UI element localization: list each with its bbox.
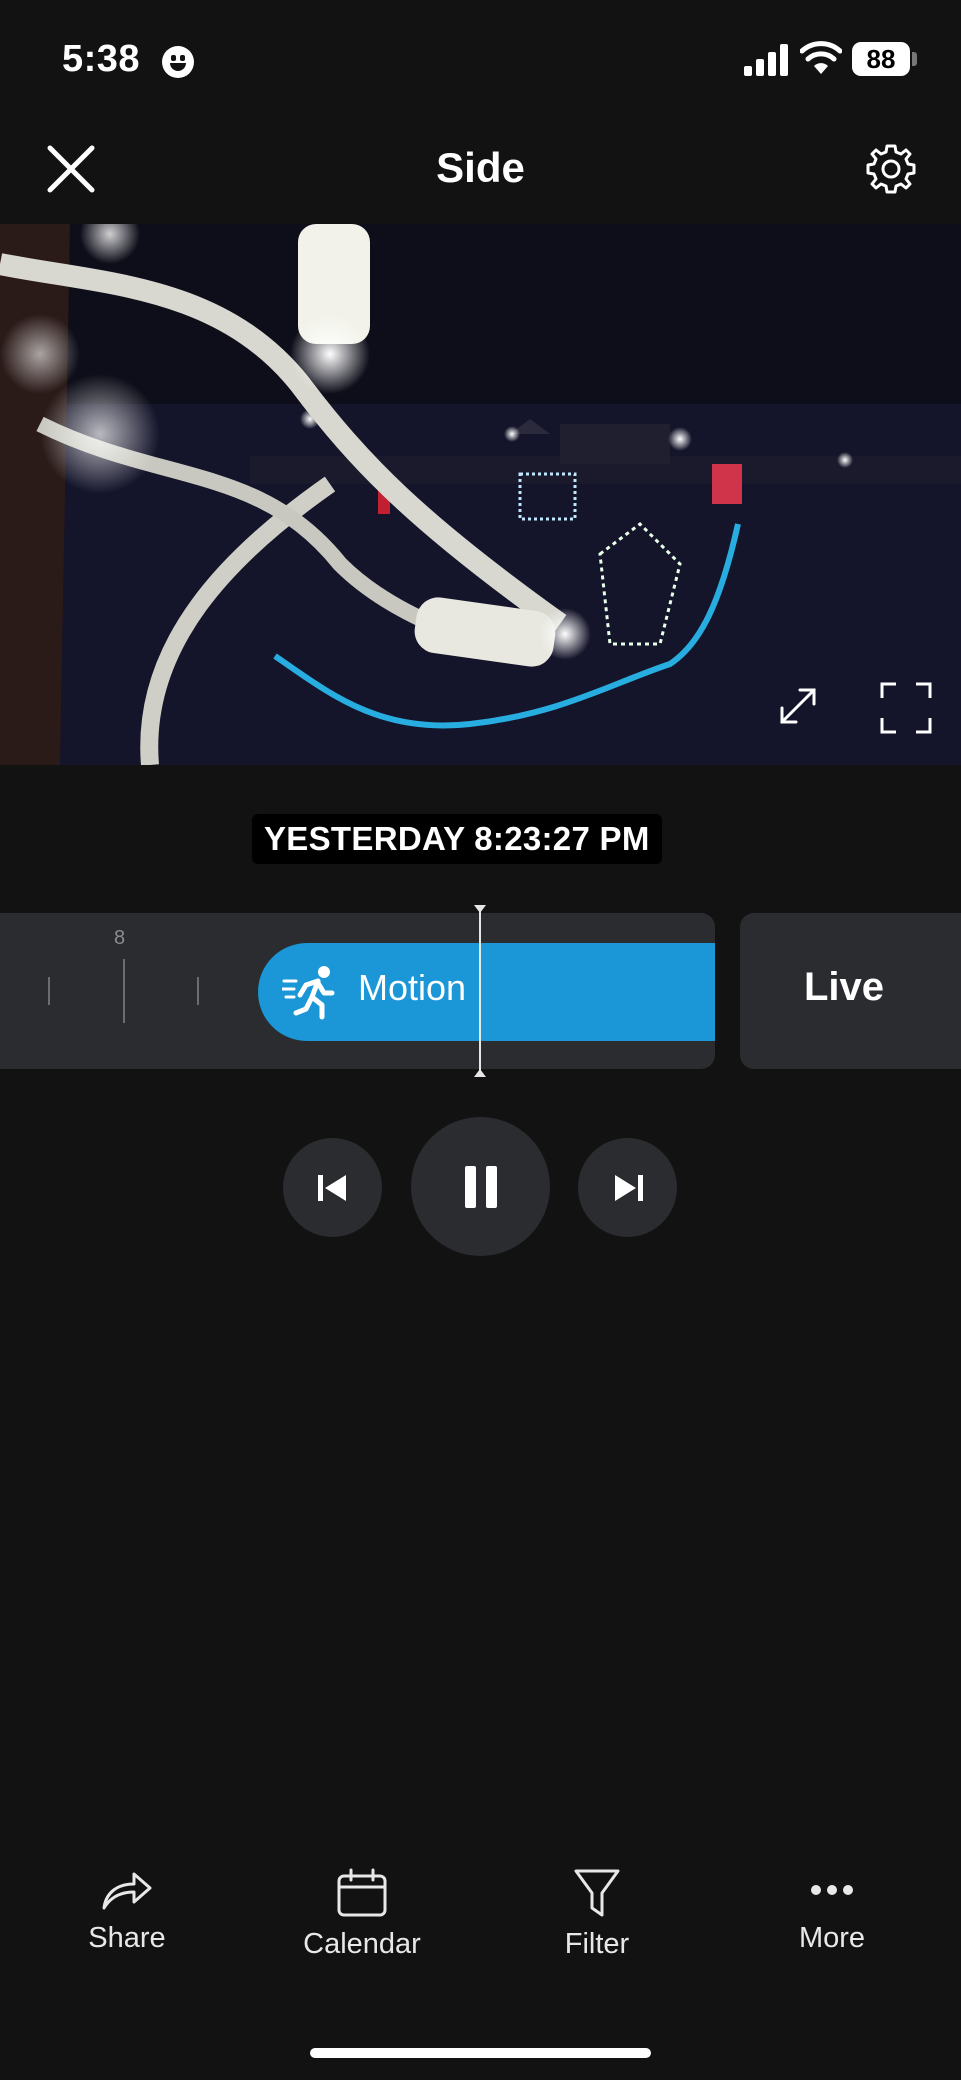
- battery-tip: [912, 52, 917, 66]
- motion-event-clip[interactable]: Motion: [258, 943, 715, 1041]
- timeline-tick: [197, 977, 199, 1005]
- smiley-icon: [162, 46, 194, 78]
- more-label: More: [798, 1922, 866, 1954]
- share-label: Share: [88, 1922, 166, 1954]
- bottom-toolbar: Share Calendar Filter More: [0, 1850, 961, 1980]
- skip-forward-icon: [614, 1174, 643, 1201]
- share-button[interactable]: Share: [27, 1850, 227, 1980]
- recording-timestamp: YESTERDAY 8:23:27 PM: [252, 814, 662, 864]
- fullscreen-icon[interactable]: [880, 682, 932, 734]
- pause-button[interactable]: [411, 1117, 550, 1256]
- more-icon: [811, 1885, 853, 1895]
- gear-icon[interactable]: [864, 142, 918, 196]
- video-player[interactable]: [0, 224, 961, 765]
- next-event-button[interactable]: [578, 1138, 677, 1237]
- battery-indicator: 88: [852, 42, 910, 76]
- home-indicator[interactable]: [310, 2048, 651, 2058]
- motion-runner-icon: [282, 966, 335, 1020]
- header: Side: [0, 120, 961, 224]
- cellular-signal-icon: [744, 44, 788, 76]
- filter-icon: [574, 1869, 620, 1917]
- calendar-icon: [337, 1868, 387, 1917]
- share-icon: [102, 1872, 152, 1910]
- timeline-tick-label: 8: [114, 927, 126, 949]
- motion-event-label: Motion: [358, 967, 467, 1008]
- live-label: Live: [804, 965, 885, 1009]
- timeline-playhead[interactable]: [474, 905, 486, 1077]
- filter-button[interactable]: Filter: [497, 1850, 697, 1980]
- calendar-label: Calendar: [303, 1928, 421, 1960]
- more-button[interactable]: More: [732, 1850, 932, 1980]
- calendar-button[interactable]: Calendar: [262, 1850, 462, 1980]
- filter-label: Filter: [564, 1928, 630, 1960]
- timeline-tick: [48, 977, 50, 1005]
- event-timeline[interactable]: 8 Motion: [0, 913, 715, 1069]
- wifi-icon: [800, 41, 842, 74]
- skip-back-icon: [317, 1174, 346, 1201]
- status-bar: 5:38 88: [0, 0, 961, 120]
- page-title: Side: [436, 144, 525, 191]
- expand-icon[interactable]: [776, 684, 820, 728]
- pause-icon: [464, 1165, 497, 1208]
- live-button[interactable]: Live: [740, 913, 961, 1069]
- timeline-tick: [123, 959, 125, 1023]
- status-time: 5:38: [62, 38, 141, 80]
- previous-event-button[interactable]: [283, 1138, 382, 1237]
